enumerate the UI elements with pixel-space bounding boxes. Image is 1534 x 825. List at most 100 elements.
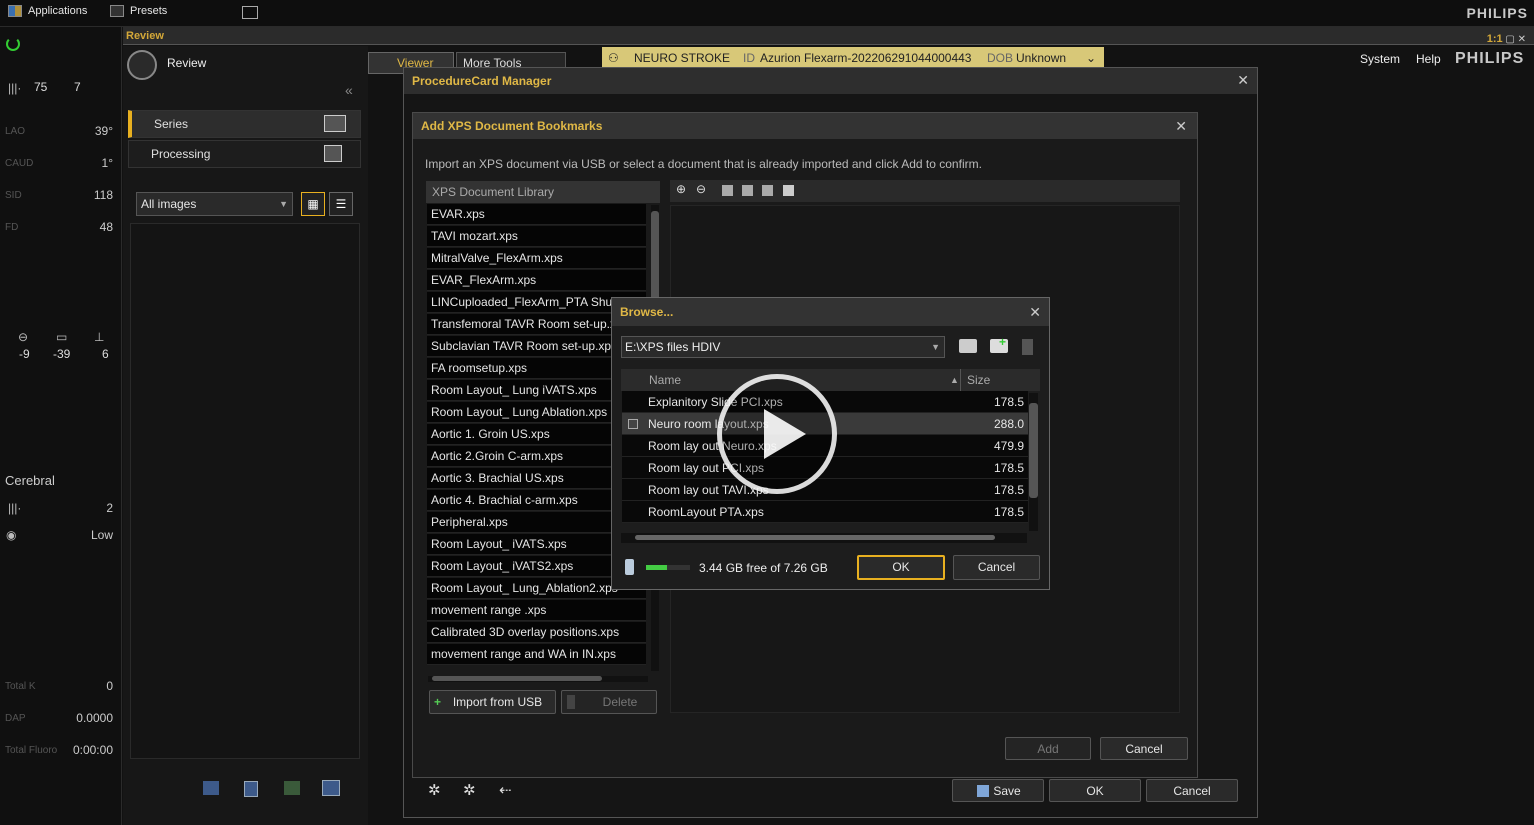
pcm-cancel-button[interactable]: Cancel (1146, 779, 1238, 802)
protocol-name: Cerebral (5, 473, 55, 488)
lao-label: LAO (5, 126, 26, 137)
xps-instruction: Import an XPS document via USB or select… (425, 157, 982, 171)
file-size: 178.5 (993, 461, 1024, 475)
zoom-in-icon[interactable]: ⊕ (676, 182, 686, 196)
new-folder-icon[interactable]: + (990, 335, 1008, 353)
fit-page-icon[interactable] (722, 185, 733, 196)
browse-ok-button[interactable]: OK (857, 555, 945, 580)
browse-title: Browse... (612, 298, 1049, 326)
series-tab[interactable]: Series (128, 110, 361, 138)
path-select[interactable]: E:\XPS files HDIV ▼ (621, 336, 945, 358)
browse-cancel-button[interactable]: Cancel (953, 555, 1040, 580)
fit-width-icon[interactable] (742, 185, 753, 196)
save-disk-icon[interactable] (203, 781, 219, 795)
chevron-down-icon: ▼ (931, 342, 940, 352)
dap-value: 0.0000 (76, 711, 113, 725)
window-icon[interactable] (242, 6, 258, 19)
processing-icon (324, 145, 342, 162)
file-name: RoomLayout PTA.xps (648, 505, 764, 519)
file-hscroll-thumb[interactable] (635, 535, 995, 540)
collapse-icon[interactable]: « (345, 82, 353, 98)
two-page-icon[interactable] (783, 185, 794, 196)
processing-tab[interactable]: Processing (128, 140, 361, 168)
refresh-icon (6, 37, 20, 51)
preview-toolbar: ⊕ ⊖ (670, 180, 1180, 202)
view-controls[interactable]: 1:1 ▢ ✕ (1484, 30, 1526, 48)
pcm-title: ProcedureCard Manager (404, 68, 1257, 94)
patient-banner[interactable]: ⚇ NEURO STROKE ID Azurion Flexarm-202206… (602, 47, 1104, 69)
xps-add-button[interactable]: Add (1005, 737, 1091, 760)
thumbnail-area (130, 223, 360, 759)
caud-label: CAUD (5, 158, 34, 169)
print-icon[interactable] (284, 781, 300, 795)
list-view-button[interactable]: ☰ (329, 192, 353, 216)
total-k-label: Total K (5, 681, 36, 692)
system-menu[interactable]: System (1360, 52, 1400, 66)
import-usb-button[interactable]: + Import from USB (429, 690, 556, 714)
trash-icon[interactable] (1022, 339, 1033, 355)
play-triangle (764, 409, 806, 459)
export-icon[interactable] (244, 781, 258, 797)
disk-usage-bar (646, 565, 690, 570)
browse-close-icon[interactable]: ✕ (1029, 304, 1041, 321)
pcm-ok-button[interactable]: OK (1049, 779, 1141, 802)
library-list-item[interactable]: TAVI mozart.xps (427, 226, 646, 247)
library-list-item[interactable]: EVAR_FlexArm.xps (427, 270, 646, 291)
file-list-hscrollbar[interactable] (621, 533, 1027, 543)
xps-cancel-button[interactable]: Cancel (1100, 737, 1188, 760)
xps-close-icon[interactable]: ✕ (1175, 118, 1187, 135)
file-list-scrollbar[interactable] (1029, 393, 1038, 531)
dap-label: DAP (5, 713, 26, 724)
table-height-icon: ⊥ (94, 330, 105, 344)
plus-icon: + (434, 695, 442, 709)
undo-icon[interactable]: ⇠ (499, 781, 512, 799)
trash-icon (567, 695, 575, 709)
delete-button[interactable]: Delete (561, 690, 657, 714)
patient-id-label: ID (743, 51, 755, 65)
col-name-header[interactable]: Name (649, 369, 681, 391)
library-list-item[interactable]: Calibrated 3D overlay positions.xps (427, 622, 646, 643)
fluoro-label: Total Fluoro (5, 745, 58, 756)
pcm-close-icon[interactable]: ✕ (1237, 72, 1249, 89)
library-hscroll-thumb[interactable] (432, 676, 602, 681)
library-list-item[interactable]: movement range and WA in IN.xps (427, 644, 646, 665)
library-list-item[interactable]: MitralValve_FlexArm.xps (427, 248, 646, 269)
presets-icon (110, 5, 124, 17)
fd-value: 48 (99, 220, 113, 234)
copy-icon[interactable] (322, 780, 340, 796)
library-hscrollbar[interactable] (428, 676, 648, 682)
col-size-header[interactable]: Size (967, 369, 990, 391)
table-pos-1: -9 (19, 347, 30, 361)
usb-icon (625, 559, 634, 575)
review-bar-label: Review (126, 30, 164, 42)
file-size: 288.0 (993, 417, 1024, 431)
library-list-item[interactable]: EVAR.xps (427, 204, 646, 225)
lao-value: 39° (94, 124, 113, 138)
presets-menu[interactable]: Presets (110, 5, 167, 17)
library-list-item[interactable]: movement range .xps (427, 600, 646, 621)
open-folder-icon[interactable] (959, 339, 977, 353)
puzzle-settings-icon[interactable]: ✲ (463, 781, 476, 799)
puzzle-add-icon[interactable]: ✲ (428, 781, 441, 799)
pcm-save-button[interactable]: Save (952, 779, 1044, 802)
applications-icon (8, 5, 22, 17)
library-header: XPS Document Library (426, 181, 660, 203)
save-icon (977, 785, 989, 797)
help-menu[interactable]: Help (1416, 52, 1441, 66)
file-checkbox[interactable] (628, 419, 638, 429)
single-page-icon[interactable] (762, 185, 773, 196)
review-title: Review (167, 56, 207, 70)
review-bar: Review 1:1 ▢ ✕ (123, 27, 1534, 45)
play-icon (764, 409, 806, 459)
chevron-down-icon: ⌄ (1086, 51, 1097, 65)
patient-id: Azurion Flexarm-20220629104400044​3 (760, 51, 972, 65)
applications-menu[interactable]: Applications (8, 5, 87, 17)
video-play-overlay[interactable] (717, 374, 837, 494)
top-bar: Applications Presets PHILIPS (0, 0, 1534, 27)
file-row[interactable]: RoomLayout PTA.xps 178.5 (622, 501, 1028, 523)
zoom-out-icon[interactable]: ⊖ (696, 182, 706, 196)
frame-rate: 75 (34, 80, 48, 94)
grid-view-button[interactable]: ▦ (301, 192, 325, 216)
file-scroll-thumb[interactable] (1029, 403, 1038, 498)
image-filter-select[interactable]: All images ▼ (136, 192, 293, 216)
